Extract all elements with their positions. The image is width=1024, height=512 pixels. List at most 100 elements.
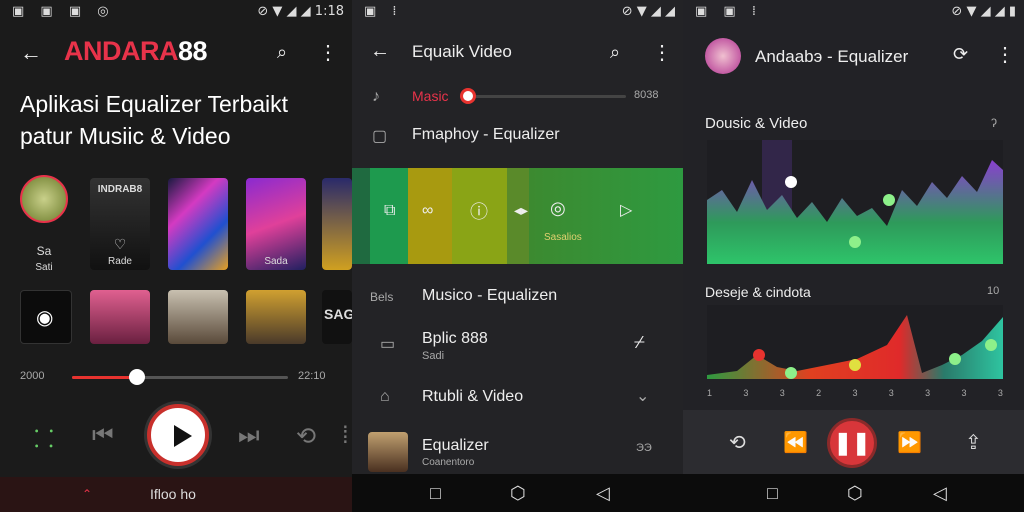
- chevron-up-icon[interactable]: ⌃: [82, 487, 92, 501]
- list-item-title[interactable]: Rtubli & Video: [422, 388, 523, 406]
- thumbnail[interactable]: [368, 432, 408, 472]
- section-prefix: Bels: [370, 290, 394, 304]
- list-item-sub: Coanentoro: [422, 457, 475, 468]
- status-bar: ▣ ▣ ⁞ ⊘ ▼ ◢ ◢ ▮: [683, 0, 1024, 24]
- next-icon[interactable]: ⏭: [238, 422, 260, 450]
- home-icon[interactable]: ⬡: [847, 483, 863, 504]
- more-icon[interactable]: ⁞: [342, 422, 349, 450]
- home-icon[interactable]: ⬡: [510, 483, 526, 504]
- refresh-icon[interactable]: ⟳: [953, 44, 968, 65]
- info-icon[interactable]: ⓘ: [470, 198, 488, 224]
- seek-bar[interactable]: [72, 376, 288, 379]
- back-arrow-icon[interactable]: ←: [20, 40, 42, 66]
- album-tile[interactable]: SAGA: [322, 290, 352, 344]
- panel-andara-player: ▣ ▣ ▣ ◎ ⊘ ▼ ◢ ◢ 1:18 ← ANDARA88 ⌕ ⋮ Apli…: [0, 0, 352, 512]
- more-vert-icon[interactable]: ⋮: [652, 40, 672, 65]
- overview-icon[interactable]: □: [767, 483, 778, 504]
- band-knob[interactable]: [849, 359, 861, 371]
- time-elapsed: 2000: [20, 370, 45, 382]
- music-note-icon: ♪: [372, 88, 380, 105]
- repeat-icon[interactable]: ⟲: [296, 422, 316, 451]
- time-total: 22:10: [298, 370, 326, 382]
- music-level-slider[interactable]: [460, 95, 626, 98]
- tile-label: Sa: [36, 244, 52, 258]
- tv-icon: ▭: [380, 336, 396, 353]
- status-clock: ⊘ ▼ ◢ ◢ 1:18: [257, 4, 344, 19]
- album-tile-sub: Sada: [264, 256, 288, 267]
- band-knob[interactable]: [753, 349, 765, 361]
- list-item-title[interactable]: Equalizer: [422, 437, 489, 455]
- avatar[interactable]: [20, 175, 68, 223]
- preset-row[interactable]: Fmaphoy - Equalizer: [412, 126, 560, 144]
- avatar[interactable]: [705, 38, 741, 74]
- album-tile[interactable]: [246, 290, 306, 344]
- status-bar: ▣ ▣ ▣ ◎ ⊘ ▼ ◢ ◢ 1:18: [0, 0, 352, 24]
- album-tile[interactable]: [168, 290, 228, 344]
- back-icon[interactable]: ◁: [596, 483, 610, 504]
- axis-tick: 3: [997, 388, 1003, 398]
- play-button[interactable]: [147, 404, 209, 466]
- equalizer-chart-bottom[interactable]: [707, 305, 1003, 379]
- page-title: Andaabэ - Equalizer: [755, 47, 909, 66]
- album-tile[interactable]: INDRAB8 ♡ Rade: [90, 178, 150, 270]
- band-knob[interactable]: [785, 176, 797, 188]
- music-value: 8038: [634, 89, 659, 101]
- fast-forward-icon[interactable]: ⏩: [897, 430, 922, 455]
- album-tile-title: SAGA: [324, 306, 352, 322]
- chart-corner-label: 10: [987, 285, 1000, 297]
- frequency-axis: 1 3 3 2 3 3 3 3 3: [707, 388, 1003, 398]
- band-knob[interactable]: [949, 353, 961, 365]
- info-icon[interactable]: ʔ: [991, 116, 997, 130]
- list-item-meta: ЭЭ: [636, 442, 652, 454]
- heart-icon: ♡: [113, 236, 127, 252]
- compass-icon[interactable]: ◎: [550, 198, 566, 219]
- music-level-knob[interactable]: [460, 88, 477, 104]
- spectrum-graph: [707, 140, 1003, 264]
- back-arrow-icon[interactable]: ←: [370, 40, 390, 63]
- lock-icon: ⌂: [380, 388, 390, 405]
- display-icon: ▢: [372, 128, 388, 145]
- power-icon: ◉: [36, 307, 54, 329]
- list-item-sub: Sadi: [422, 350, 445, 362]
- system-nav-bar: □ ⬡ ◁: [683, 474, 1024, 512]
- overview-icon[interactable]: □: [430, 483, 441, 504]
- axis-tick: 1: [707, 388, 713, 398]
- album-tile[interactable]: [168, 178, 228, 270]
- more-vert-icon[interactable]: ⋮: [995, 42, 1015, 67]
- chevron-down-icon[interactable]: ⌄: [636, 386, 649, 406]
- back-icon[interactable]: ◁: [933, 483, 947, 504]
- share-icon[interactable]: ⇪: [965, 430, 982, 455]
- equalizer-icon[interactable]: ⧉: [384, 202, 395, 220]
- equalizer-chart-top[interactable]: [707, 140, 1003, 264]
- album-tile[interactable]: Sada: [246, 178, 306, 270]
- list-item-title[interactable]: Bplic 888: [422, 330, 488, 348]
- band-knob[interactable]: [785, 367, 797, 379]
- previous-icon[interactable]: ⏮: [92, 422, 114, 450]
- search-icon[interactable]: ⌕: [610, 42, 620, 63]
- seek-knob[interactable]: [128, 369, 145, 385]
- rewind-icon[interactable]: ⏪: [783, 430, 808, 455]
- band-knob[interactable]: [985, 339, 997, 351]
- album-tile[interactable]: [90, 290, 150, 344]
- music-label: Masic: [412, 88, 449, 104]
- axis-tick: 2: [816, 388, 822, 398]
- mini-player-bar[interactable]: ⌃ Ifloo ho: [0, 477, 352, 512]
- edit-icon[interactable]: ⌿: [634, 332, 645, 353]
- pause-button[interactable]: ❚❚: [827, 418, 877, 468]
- album-tile[interactable]: [322, 178, 352, 270]
- search-icon[interactable]: ⌕: [277, 42, 287, 63]
- seek-fill: [72, 376, 137, 379]
- status-icons: ⊘ ▼ ◢ ◢: [621, 4, 675, 19]
- link-icon[interactable]: ∞: [422, 202, 433, 220]
- band-knob[interactable]: [849, 236, 861, 248]
- equalizer-link-icon[interactable]: ⟲: [729, 430, 746, 455]
- equalizer-toggle-icon[interactable]: ⸬: [34, 422, 54, 455]
- banner-caption: Sasalios: [544, 232, 582, 243]
- band-knob[interactable]: [883, 194, 895, 206]
- cast-icon[interactable]: ◂▸: [514, 202, 528, 219]
- send-icon[interactable]: ▷: [620, 200, 632, 220]
- more-vert-icon[interactable]: ⋮: [318, 40, 338, 65]
- panel-equalizer-video: ▣ ⁞ ⊘ ▼ ◢ ◢ ← Equaik Video ⌕ ⋮ ♪ Masic 8…: [352, 0, 683, 512]
- app-logo-tile[interactable]: ◉: [20, 290, 72, 344]
- tile-sub: Sati: [35, 262, 53, 273]
